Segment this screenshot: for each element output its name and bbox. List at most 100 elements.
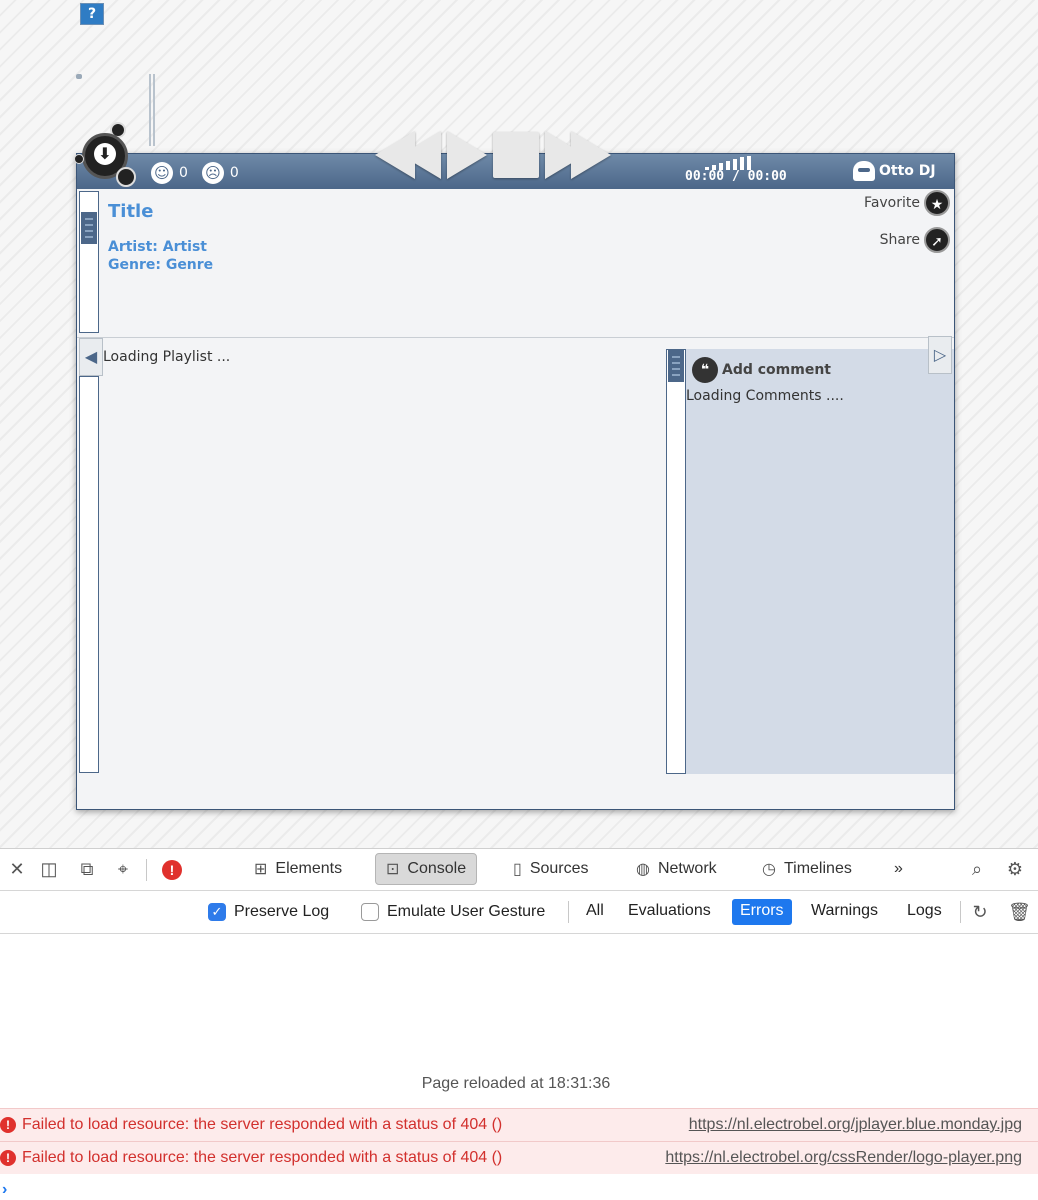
error-count-icon[interactable]: ! — [162, 860, 182, 880]
filter-evaluations[interactable]: Evaluations — [620, 899, 719, 925]
tab-console[interactable]: ⊡ Console — [375, 853, 478, 885]
toolbar-divider — [146, 859, 147, 881]
forward-icon — [545, 131, 611, 179]
console-error-row: ! Failed to load resource: the server re… — [0, 1108, 1038, 1141]
sources-icon: ▯ — [513, 861, 522, 878]
track-title: Title — [108, 201, 154, 222]
comments-loading: Loading Comments .... — [686, 388, 844, 404]
error-message: Failed to load resource: the server resp… — [22, 1149, 503, 1166]
stop-button[interactable] — [493, 132, 539, 178]
error-message: Failed to load resource: the server resp… — [22, 1116, 503, 1133]
vote-bar: ☺ 0 ☹ 0 — [151, 162, 247, 184]
music-player: ☺ 0 ☹ 0 00:00 / 00:00 Otto DJ Title Arti… — [76, 131, 955, 810]
console-icon: ⊡ — [386, 861, 400, 878]
add-comment-button[interactable]: ❝ Add comment — [692, 357, 831, 383]
console-filter-bar: ✓ Preserve Log Emulate User Gesture All … — [0, 891, 1038, 934]
frown-icon[interactable]: ☹ — [201, 162, 224, 184]
stop-icon — [493, 132, 539, 178]
checkbox-label: Preserve Log — [234, 903, 330, 920]
comments-panel: ❝ Add comment Loading Comments .... — [666, 349, 954, 774]
rewind-icon — [375, 131, 441, 179]
transport-controls — [375, 130, 611, 180]
filter-divider — [960, 901, 961, 923]
broken-image-icon: ? — [80, 3, 104, 25]
emulate-gesture-checkbox[interactable]: Emulate User Gesture — [361, 903, 545, 921]
share-icon: ➚ — [924, 227, 950, 253]
tab-timelines[interactable]: ◷ Timelines — [752, 853, 862, 885]
filter-warnings[interactable]: Warnings — [803, 899, 886, 925]
checkbox-label: Emulate User Gesture — [387, 903, 546, 920]
inspect-icon[interactable]: ⌖ — [112, 858, 134, 880]
chevron-left-icon[interactable]: ◀ — [79, 338, 103, 376]
track-meta: Artist: Artist Genre: Genre — [108, 238, 213, 274]
clock-icon: ◷ — [762, 861, 776, 878]
dislike-count: 0 — [229, 165, 239, 181]
reload-notice: Page reloaded at 18:31:36 — [421, 1075, 611, 1092]
trash-icon[interactable]: 🗑 — [1008, 901, 1031, 923]
tab-sources[interactable]: ▯ Sources — [503, 853, 599, 885]
track-artist: Artist: Artist — [108, 239, 207, 255]
filter-logs[interactable]: Logs — [899, 899, 950, 925]
tab-label: Network — [657, 860, 717, 877]
forward-button[interactable] — [545, 131, 611, 179]
filter-all[interactable]: All — [578, 899, 612, 925]
more-tabs-button[interactable]: » — [884, 853, 913, 885]
track-genre: Genre: Genre — [108, 257, 214, 273]
download-icon: ⬇ — [94, 143, 116, 165]
comments-scrollbar[interactable] — [666, 349, 686, 774]
filter-errors[interactable]: Errors — [732, 899, 792, 925]
web-page: ? ⬇ ☺ 0 ☹ 0 00:00 / 00:00 Otto DJ Title … — [0, 0, 1038, 848]
logo-bubble — [116, 167, 136, 187]
broken-image-mark — [76, 74, 82, 79]
tab-label: Elements — [275, 860, 343, 877]
chevron-double-right-icon: » — [894, 860, 903, 877]
close-icon[interactable]: ✕ — [6, 858, 28, 880]
logo-bubble — [74, 154, 84, 164]
vertical-divider — [149, 74, 155, 146]
tab-label: Timelines — [783, 860, 852, 877]
elements-icon: ⊞ — [254, 861, 268, 878]
user-badge[interactable]: Otto DJ — [853, 161, 936, 181]
smile-icon[interactable]: ☺ — [151, 162, 173, 184]
player-topbar: ☺ 0 ☹ 0 00:00 / 00:00 Otto DJ — [77, 131, 954, 189]
favorite-label: Favorite — [864, 195, 920, 211]
check-icon: ✓ — [208, 903, 226, 921]
player-logo[interactable]: ⬇ — [74, 122, 136, 187]
tab-network[interactable]: ◍ Network — [626, 853, 727, 885]
console-prompt[interactable]: › — [2, 1181, 7, 1199]
network-icon: ◍ — [636, 861, 650, 878]
scrollbar-thumb[interactable] — [668, 350, 684, 382]
chevron-right-icon[interactable]: ▷ — [928, 336, 952, 374]
error-icon: ! — [0, 1117, 16, 1133]
add-comment-label: Add comment — [722, 362, 831, 378]
tab-label: Console — [407, 860, 467, 877]
error-source-link[interactable]: https://nl.electrobel.org/cssRender/logo… — [665, 1149, 1022, 1167]
favorite-button[interactable]: Favorite ★ — [864, 190, 950, 216]
search-icon[interactable]: ⌕ — [966, 858, 988, 880]
share-button[interactable]: Share ➚ — [880, 227, 950, 253]
user-name: Otto DJ — [879, 163, 936, 179]
error-icon: ! — [0, 1150, 16, 1166]
dock-side-icon[interactable]: ◫ — [38, 858, 60, 880]
quote-icon: ❝ — [692, 357, 718, 383]
time-display: 00:00 / 00:00 — [685, 169, 787, 184]
filter-divider — [568, 901, 569, 923]
volume-icon[interactable] — [705, 156, 751, 170]
star-icon: ★ — [924, 190, 950, 216]
playlist-scrollbar[interactable] — [79, 376, 99, 773]
like-count: 0 — [179, 165, 188, 181]
undock-icon[interactable]: ⧉ — [76, 858, 98, 880]
playlist-loading: Loading Playlist ... — [103, 349, 231, 365]
play-icon — [447, 131, 487, 179]
reload-icon[interactable]: ↻ — [969, 901, 991, 923]
scrollbar-thumb[interactable] — [81, 212, 97, 244]
error-source-link[interactable]: https://nl.electrobel.org/jplayer.blue.m… — [689, 1116, 1022, 1134]
gear-icon[interactable]: ⚙ — [1004, 858, 1026, 880]
info-scrollbar[interactable] — [79, 191, 99, 333]
rewind-button[interactable] — [375, 131, 441, 179]
preserve-log-checkbox[interactable]: ✓ Preserve Log — [208, 903, 329, 921]
play-button[interactable] — [447, 131, 487, 179]
devtools-tabbar: ✕ ◫ ⧉ ⌖ ! ⊞ Elements ⊡ Console ▯ Sources… — [0, 849, 1038, 891]
tab-elements[interactable]: ⊞ Elements — [244, 853, 352, 885]
devtools-panel: ✕ ◫ ⧉ ⌖ ! ⊞ Elements ⊡ Console ▯ Sources… — [0, 848, 1038, 1200]
